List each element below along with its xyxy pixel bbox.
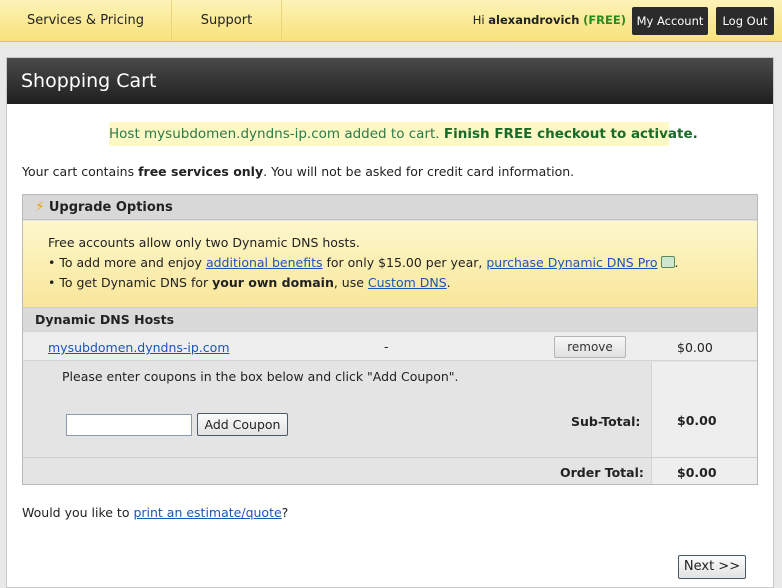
upgrade-options-header: ⚡ Upgrade Options [23, 195, 757, 220]
upgrade-options-title: Upgrade Options [48, 200, 173, 215]
lightning-icon: ⚡ [35, 199, 45, 215]
cart-info-prefix: Your cart contains [22, 164, 139, 179]
quote-suffix: ? [281, 505, 289, 520]
dns-pro-icon[interactable] [660, 256, 675, 268]
logout-button[interactable]: Log Out [716, 7, 774, 35]
cart-box: ⚡ Upgrade Options Free accounts allow onl… [22, 194, 758, 485]
upgrade-line-3-bold: your own domain [212, 275, 334, 290]
estimate-quote-text: Would you like to print an estimate/quot… [22, 505, 288, 520]
table-row: mysubdomen.dyndns-ip.com - remove $0.00 [23, 331, 757, 361]
subtotal-value: $0.00 [677, 413, 717, 428]
upgrade-line-3: • To get Dynamic DNS for your own domain… [48, 273, 757, 293]
plan-badge: (FREE) [583, 13, 626, 27]
divider [23, 457, 757, 458]
cart-info: Your cart contains free services only. Y… [22, 164, 574, 179]
cart-info-suffix: . You will not be asked for credit card … [263, 164, 575, 179]
coupon-area: Please enter coupons in the box below an… [23, 362, 651, 484]
coupon-input[interactable] [66, 414, 192, 436]
add-coupon-button[interactable]: Add Coupon [197, 413, 288, 436]
additional-benefits-link[interactable]: additional benefits [206, 255, 323, 270]
user-greeting: Hi alexandrovich (FREE) [440, 0, 626, 41]
upgrade-line-2-mid: for only $15.00 per year, [322, 255, 487, 270]
custom-dns-link[interactable]: Custom DNS [368, 275, 447, 290]
nav-services-pricing[interactable]: Services & Pricing [0, 0, 172, 41]
notice-text: Host mysubdomen.dyndns-ip.com added to c… [109, 126, 444, 142]
remove-button[interactable]: remove [554, 336, 626, 358]
notice-cta: Finish FREE checkout to activate. [443, 126, 698, 142]
cart-info-bold: free services only [138, 164, 264, 179]
host-detail: - [384, 339, 389, 354]
upgrade-line-2-prefix: • To add more and enjoy [48, 255, 206, 270]
next-button[interactable]: Next >> [678, 555, 746, 579]
print-estimate-link[interactable]: print an estimate/quote [133, 505, 281, 520]
purchase-dns-pro-link[interactable]: purchase Dynamic DNS Pro [486, 255, 657, 270]
host-link[interactable]: mysubdomen.dyndns-ip.com [48, 340, 230, 355]
coupon-instructions: Please enter coupons in the box below an… [62, 369, 459, 384]
upgrade-line-3-suffix: . [446, 275, 451, 290]
order-total-label: Order Total: [560, 465, 644, 480]
host-price: $0.00 [677, 340, 713, 355]
upgrade-line-2-suffix: . [674, 255, 679, 270]
top-nav: Services & Pricing Support Hi alexandrov… [0, 0, 782, 42]
upgrade-line-2: • To add more and enjoy additional benef… [48, 253, 757, 273]
upgrade-line-3-mid: , use [333, 275, 368, 290]
order-total-value: $0.00 [677, 465, 717, 480]
username: alexandrovich [488, 13, 580, 27]
upgrade-options-body: Free accounts allow only two Dynamic DNS… [23, 221, 757, 307]
dns-hosts-header: Dynamic DNS Hosts [23, 307, 757, 331]
upgrade-line-3-prefix: • To get Dynamic DNS for [48, 275, 213, 290]
page-title: Shopping Cart [7, 58, 773, 104]
upgrade-line-1: Free accounts allow only two Dynamic DNS… [48, 235, 360, 250]
cart-panel: Shopping Cart Host mysubdomen.dyndns-ip.… [6, 57, 774, 588]
added-to-cart-notice: Host mysubdomen.dyndns-ip.com added to c… [109, 122, 698, 146]
nav-support[interactable]: Support [172, 0, 282, 41]
subtotal-label: Sub-Total: [571, 414, 641, 429]
greeting-prefix: Hi [472, 13, 489, 27]
my-account-button[interactable]: My Account [632, 7, 708, 35]
quote-prefix: Would you like to [22, 505, 134, 520]
